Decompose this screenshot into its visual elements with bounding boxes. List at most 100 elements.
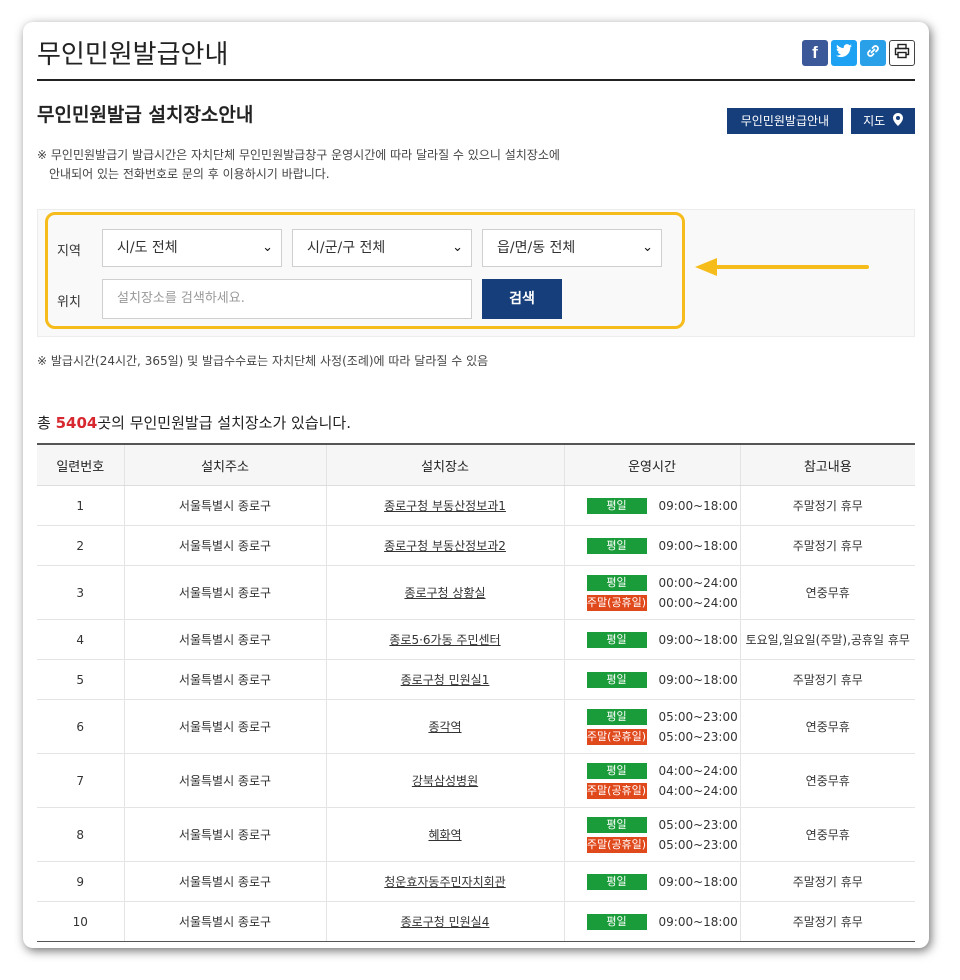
place-cell: 종로구청 부동산정보과1: [325, 485, 564, 526]
table-row: 7 서울특별시 종로구 강북삼성병원 평일 04:00~24:00 주말(공휴일) 04:0…: [37, 753, 915, 808]
hours-line: 주말(공휴일) 05:00~23:00: [565, 835, 740, 855]
hours-time: 09:00~18:00: [658, 874, 738, 889]
header-hours: 운영시간: [563, 443, 740, 486]
day-type-badge: 주말(공휴일): [586, 782, 647, 799]
map-button[interactable]: 지도: [851, 108, 915, 134]
serial-cell: 10: [37, 901, 124, 942]
hours-cell: 평일 05:00~23:00 주말(공휴일) 05:00~23:00: [563, 807, 740, 862]
hours-time: 00:00~24:00: [658, 575, 738, 590]
page-title: 무인민원발급안내: [37, 40, 229, 70]
serial-cell: 5: [37, 659, 124, 700]
hours-line: 주말(공휴일) 04:00~24:00: [565, 781, 740, 801]
note-cell: 연중무휴: [739, 807, 915, 862]
place-link[interactable]: 종각역: [428, 720, 461, 734]
address-cell: 서울특별시 종로구: [123, 659, 326, 700]
total-count: 5404: [55, 414, 98, 432]
total-count-text: 총 5404곳의 무인민원발급 설치장소가 있습니다.: [37, 412, 351, 433]
place-link[interactable]: 종로구청 부동산정보과2: [384, 539, 506, 553]
total-suffix: 곳의 무인민원발급 설치장소가 있습니다.: [97, 414, 352, 432]
serial-cell: 8: [37, 807, 124, 862]
place-link[interactable]: 청운효자동주민자치회관: [384, 875, 505, 889]
share-bar: f: [802, 40, 915, 66]
hours-line: 평일 09:00~18:00: [565, 872, 740, 892]
table-row: 2 서울특별시 종로구 종로구청 부동산정보과2 평일 09:00~18:00 주말정기 …: [37, 525, 915, 566]
place-cell: 청운효자동주민자치회관: [325, 861, 564, 902]
hours-cell: 평일 00:00~24:00 주말(공휴일) 00:00~24:00: [563, 565, 740, 620]
serial-cell: 7: [37, 753, 124, 808]
place-link[interactable]: 종로구청 상황실: [404, 586, 485, 600]
hours-time: 09:00~18:00: [658, 538, 738, 553]
facebook-share-button[interactable]: f: [802, 40, 828, 66]
note-cell: 주말정기 휴무: [739, 659, 915, 700]
header-place: 설치장소: [325, 443, 564, 486]
note-cell: 주말정기 휴무: [739, 485, 915, 526]
table-row: 5 서울특별시 종로구 종로구청 민원실1 평일 09:00~18:00 주말정기 휴무: [37, 659, 915, 700]
hours-cell: 평일 04:00~24:00 주말(공휴일) 04:00~24:00: [563, 753, 740, 808]
table-row: 3 서울특별시 종로구 종로구청 상황실 평일 00:00~24:00 주말(공휴일) 00…: [37, 565, 915, 620]
address-cell: 서울특별시 종로구: [123, 699, 326, 754]
header-note: 참고내용: [739, 443, 915, 486]
place-cell: 종각역: [325, 699, 564, 754]
serial-cell: 4: [37, 619, 124, 660]
note-cell: 주말정기 휴무: [739, 901, 915, 942]
notice-text: ※ 무인민원발급기 발급시간은 자치단체 무인민원발급창구 운영시간에 따라 달…: [37, 146, 560, 184]
hours-time: 09:00~18:00: [658, 672, 738, 687]
day-type-badge: 평일: [586, 497, 647, 514]
day-type-badge: 주말(공휴일): [586, 594, 647, 611]
arrow-left-icon: [695, 257, 871, 281]
hours-time: 05:00~23:00: [658, 817, 738, 832]
total-prefix: 총: [37, 414, 56, 432]
serial-cell: 6: [37, 699, 124, 754]
day-type-badge: 평일: [586, 816, 647, 833]
address-cell: 서울특별시 종로구: [123, 619, 326, 660]
hours-time: 05:00~23:00: [658, 709, 738, 724]
top-buttons: 무인민원발급안내 지도: [726, 108, 915, 134]
hours-line: 평일 09:00~18:00: [565, 912, 740, 932]
table-row: 4 서울특별시 종로구 종로5·6가동 주민센터 평일 09:00~18:00 토요일,일…: [37, 619, 915, 660]
header-serial: 일련번호: [37, 443, 124, 486]
place-link[interactable]: 혜화역: [428, 828, 461, 842]
table-row: 9 서울특별시 종로구 청운효자동주민자치회관 평일 09:00~18:00 주말정기 휴…: [37, 861, 915, 902]
day-type-badge: 평일: [586, 631, 647, 648]
address-cell: 서울특별시 종로구: [123, 753, 326, 808]
note-cell: 연중무휴: [739, 753, 915, 808]
serial-cell: 9: [37, 861, 124, 902]
place-cell: 강북삼성병원: [325, 753, 564, 808]
place-link[interactable]: 종로구청 부동산정보과1: [384, 499, 506, 513]
link-copy-button[interactable]: [860, 40, 886, 66]
print-icon: [894, 43, 910, 64]
page-header: 무인민원발급안내 f: [37, 22, 915, 81]
note-cell: 토요일,일요일(주말),공휴일 휴무: [739, 619, 915, 660]
serial-cell: 3: [37, 565, 124, 620]
hours-line: 평일 09:00~18:00: [565, 536, 740, 556]
hours-line: 평일 04:00~24:00: [565, 761, 740, 781]
facebook-icon: f: [812, 43, 818, 62]
table-body: 1 서울특별시 종로구 종로구청 부동산정보과1 평일 09:00~18:00 주말정기 …: [37, 485, 915, 942]
hours-cell: 평일 09:00~18:00: [563, 525, 740, 566]
place-link[interactable]: 종로구청 민원실1: [401, 673, 490, 687]
address-cell: 서울특별시 종로구: [123, 861, 326, 902]
place-link[interactable]: 강북삼성병원: [412, 774, 478, 788]
hours-line: 평일 09:00~18:00: [565, 496, 740, 516]
guide-button[interactable]: 무인민원발급안내: [726, 108, 844, 134]
hours-cell: 평일 09:00~18:00: [563, 659, 740, 700]
hours-cell: 평일 09:00~18:00: [563, 901, 740, 942]
section-title: 무인민원발급 설치장소안내: [37, 104, 254, 126]
hours-time: 09:00~18:00: [658, 498, 738, 513]
notice-line-2: 안내되어 있는 전화번호로 문의 후 이용하시기 바랍니다.: [49, 167, 330, 181]
twitter-icon: [836, 43, 852, 63]
day-type-badge: 주말(공휴일): [586, 836, 647, 853]
place-link[interactable]: 종로5·6가동 주민센터: [389, 633, 500, 647]
hours-line: 평일 05:00~23:00: [565, 707, 740, 727]
hours-line: 평일 09:00~18:00: [565, 670, 740, 690]
print-button[interactable]: [889, 40, 915, 66]
place-link[interactable]: 종로구청 민원실4: [401, 915, 490, 929]
twitter-share-button[interactable]: [831, 40, 857, 66]
hours-time: 04:00~24:00: [658, 783, 738, 798]
day-type-badge: 주말(공휴일): [586, 728, 647, 745]
hours-time: 09:00~18:00: [658, 914, 738, 929]
hours-cell: 평일 05:00~23:00 주말(공휴일) 05:00~23:00: [563, 699, 740, 754]
place-cell: 혜화역: [325, 807, 564, 862]
table-row: 10 서울특별시 종로구 종로구청 민원실4 평일 09:00~18:00 주말정기 휴무: [37, 901, 915, 942]
table-header-row: 일련번호 설치주소 설치장소 운영시간 참고내용: [37, 443, 915, 486]
